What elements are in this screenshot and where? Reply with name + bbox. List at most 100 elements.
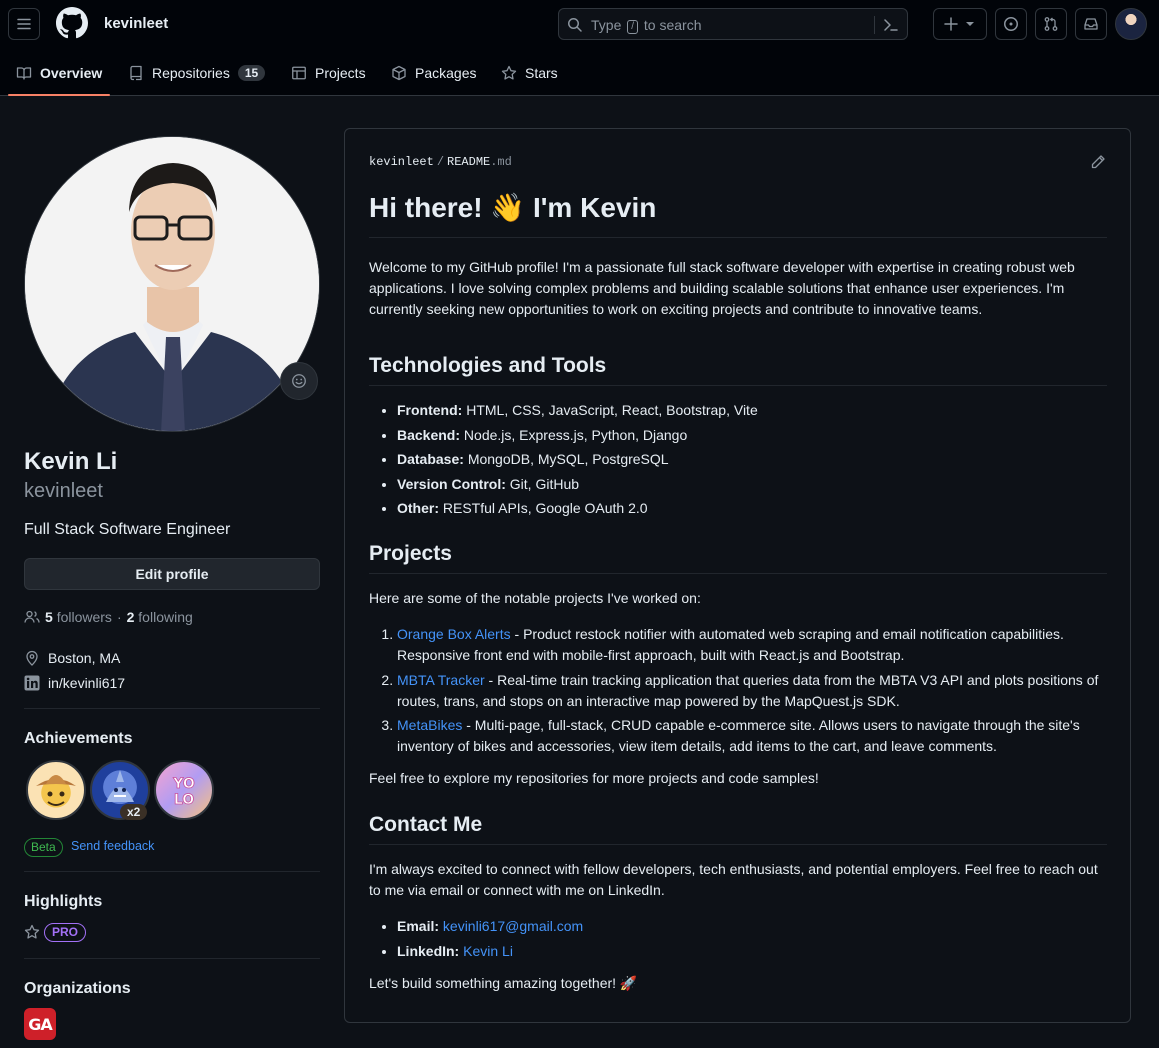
- profile-linkedin[interactable]: in/kevinli617: [24, 675, 125, 691]
- location-icon: [26, 650, 38, 666]
- list-item: Email: kevinli617@gmail.com: [397, 916, 1107, 937]
- set-status-button[interactable]: [280, 362, 318, 400]
- technologies-heading: Technologies and Tools: [369, 354, 1107, 386]
- inbox-button[interactable]: [1075, 8, 1107, 40]
- plus-icon: [944, 17, 958, 31]
- people-icon: [24, 610, 40, 623]
- repository-count-badge: 15: [237, 65, 266, 81]
- profile-bio: Full Stack Software Engineer: [24, 521, 231, 538]
- divider: [24, 958, 320, 959]
- package-icon: [392, 65, 406, 81]
- user-avatar[interactable]: [1115, 8, 1147, 40]
- repo-icon: [130, 65, 142, 81]
- list-item: MBTA Tracker - Real-time train tracking …: [397, 670, 1107, 712]
- profile-full-name: Kevin Li: [24, 448, 118, 475]
- search-placeholder: Type / to search: [591, 17, 702, 34]
- contact-intro: I'm always excited to connect with fello…: [369, 861, 1098, 898]
- inbox-icon: [1084, 18, 1098, 30]
- issue-opened-icon: [1004, 17, 1018, 31]
- contact-heading: Contact Me: [369, 813, 1107, 845]
- book-icon: [16, 67, 32, 80]
- linkedin-icon: [24, 675, 40, 691]
- list-item: LinkedIn: Kevin Li: [397, 941, 1107, 962]
- github-logo-icon[interactable]: [56, 7, 88, 39]
- star-icon: [501, 65, 517, 80]
- highlights-heading: Highlights: [24, 893, 103, 910]
- projects-outro: Feel free to explore my repositories for…: [369, 770, 819, 786]
- readme-owner-link[interactable]: kevinleet: [369, 155, 434, 169]
- linkedin-link[interactable]: Kevin Li: [463, 943, 513, 959]
- followers-link[interactable]: 5 followers: [45, 609, 112, 625]
- readme-content: Hi there! 👋 I'm Kevin Welcome to my GitH…: [369, 185, 1107, 994]
- star-icon: [24, 924, 40, 939]
- organization-avatar[interactable]: GA: [24, 1008, 56, 1040]
- tab-label: Repositories: [152, 65, 230, 81]
- tab-label: Packages: [415, 65, 477, 81]
- hamburger-icon: [17, 18, 31, 30]
- create-new-button[interactable]: [933, 8, 987, 40]
- search-divider: [874, 16, 875, 34]
- projects-heading: Projects: [369, 542, 1107, 574]
- tab-overview[interactable]: Overview: [8, 50, 111, 96]
- achievements-heading: Achievements: [24, 730, 133, 747]
- profile-username: kevinleet: [24, 480, 103, 502]
- svg-text:LO: LO: [174, 792, 194, 808]
- list-item: Database: MongoDB, MySQL, PostgreSQL: [397, 449, 1107, 470]
- edit-profile-button[interactable]: Edit profile: [24, 558, 320, 590]
- badge-multiplier: x2: [120, 804, 148, 820]
- pro-badge[interactable]: PRO: [44, 923, 87, 942]
- divider: [24, 871, 320, 872]
- readme-file-link[interactable]: README.md: [447, 155, 512, 169]
- list-item: Frontend: HTML, CSS, JavaScript, React, …: [397, 400, 1107, 421]
- readme-intro: Welcome to my GitHub profile! I'm a pass…: [369, 259, 1075, 317]
- pull-requests-button[interactable]: [1035, 8, 1067, 40]
- tab-packages[interactable]: Packages: [391, 50, 476, 96]
- app-header: kevinleet Type / to search Overview Repo…: [0, 0, 1159, 96]
- context-owner-link[interactable]: kevinleet: [104, 15, 168, 32]
- list-item: MetaBikes - Multi-page, full-stack, CRUD…: [397, 715, 1107, 757]
- pencil-icon[interactable]: [1090, 154, 1106, 170]
- tab-stars[interactable]: Stars: [501, 50, 558, 96]
- profile-photo-icon: [25, 137, 319, 431]
- projects-list: Orange Box Alerts - Product restock noti…: [369, 624, 1107, 757]
- list-item: Version Control: Git, GitHub: [397, 474, 1107, 495]
- profile-avatar[interactable]: [24, 136, 320, 432]
- menu-button[interactable]: [8, 8, 40, 40]
- beta-label: Beta: [24, 838, 63, 857]
- yolo-badge[interactable]: YO LO: [154, 760, 214, 820]
- issues-button[interactable]: [995, 8, 1027, 40]
- readme-title: Hi there! 👋 I'm Kevin: [369, 191, 1107, 238]
- tab-repositories[interactable]: Repositories 15: [128, 50, 266, 96]
- command-palette-icon[interactable]: [882, 16, 900, 34]
- git-pull-request-icon: [1044, 17, 1058, 31]
- send-feedback-link[interactable]: Send feedback: [71, 839, 154, 853]
- tab-label: Projects: [315, 65, 366, 81]
- following-link[interactable]: 2 following: [127, 609, 193, 625]
- profile-location: Boston, MA: [24, 650, 120, 666]
- technologies-list: Frontend: HTML, CSS, JavaScript, React, …: [369, 400, 1107, 519]
- tab-label: Stars: [525, 65, 558, 81]
- project-link[interactable]: MBTA Tracker: [397, 672, 485, 688]
- svg-text:YO: YO: [172, 776, 195, 792]
- organizations-heading: Organizations: [24, 980, 131, 997]
- profile-readme: kevinleet / README.md Hi there! 👋 I'm Kevi…: [344, 128, 1131, 1023]
- email-link[interactable]: kevinli617@gmail.com: [443, 918, 583, 934]
- search-input[interactable]: Type / to search: [558, 8, 908, 40]
- readme-closing: Let's build something amazing together! …: [369, 974, 638, 991]
- list-item: Orange Box Alerts - Product restock noti…: [397, 624, 1107, 666]
- follow-stats: 5 followers · 2 following: [24, 609, 193, 625]
- search-icon: [568, 18, 582, 32]
- smiley-icon: [292, 374, 306, 388]
- table-icon: [292, 66, 306, 80]
- project-link[interactable]: MetaBikes: [397, 717, 462, 733]
- project-link[interactable]: Orange Box Alerts: [397, 626, 511, 642]
- triangle-down-icon: [966, 22, 974, 26]
- projects-intro: Here are some of the notable projects I'…: [369, 590, 701, 606]
- tab-projects[interactable]: Projects: [291, 50, 366, 96]
- tab-label: Overview: [40, 65, 103, 81]
- divider: [24, 708, 320, 709]
- cowboy-badge[interactable]: [26, 760, 86, 820]
- contact-list: Email: kevinli617@gmail.com LinkedIn: Ke…: [369, 916, 1107, 962]
- readme-path: kevinleet / README.md: [369, 155, 512, 169]
- list-item: Backend: Node.js, Express.js, Python, Dj…: [397, 425, 1107, 446]
